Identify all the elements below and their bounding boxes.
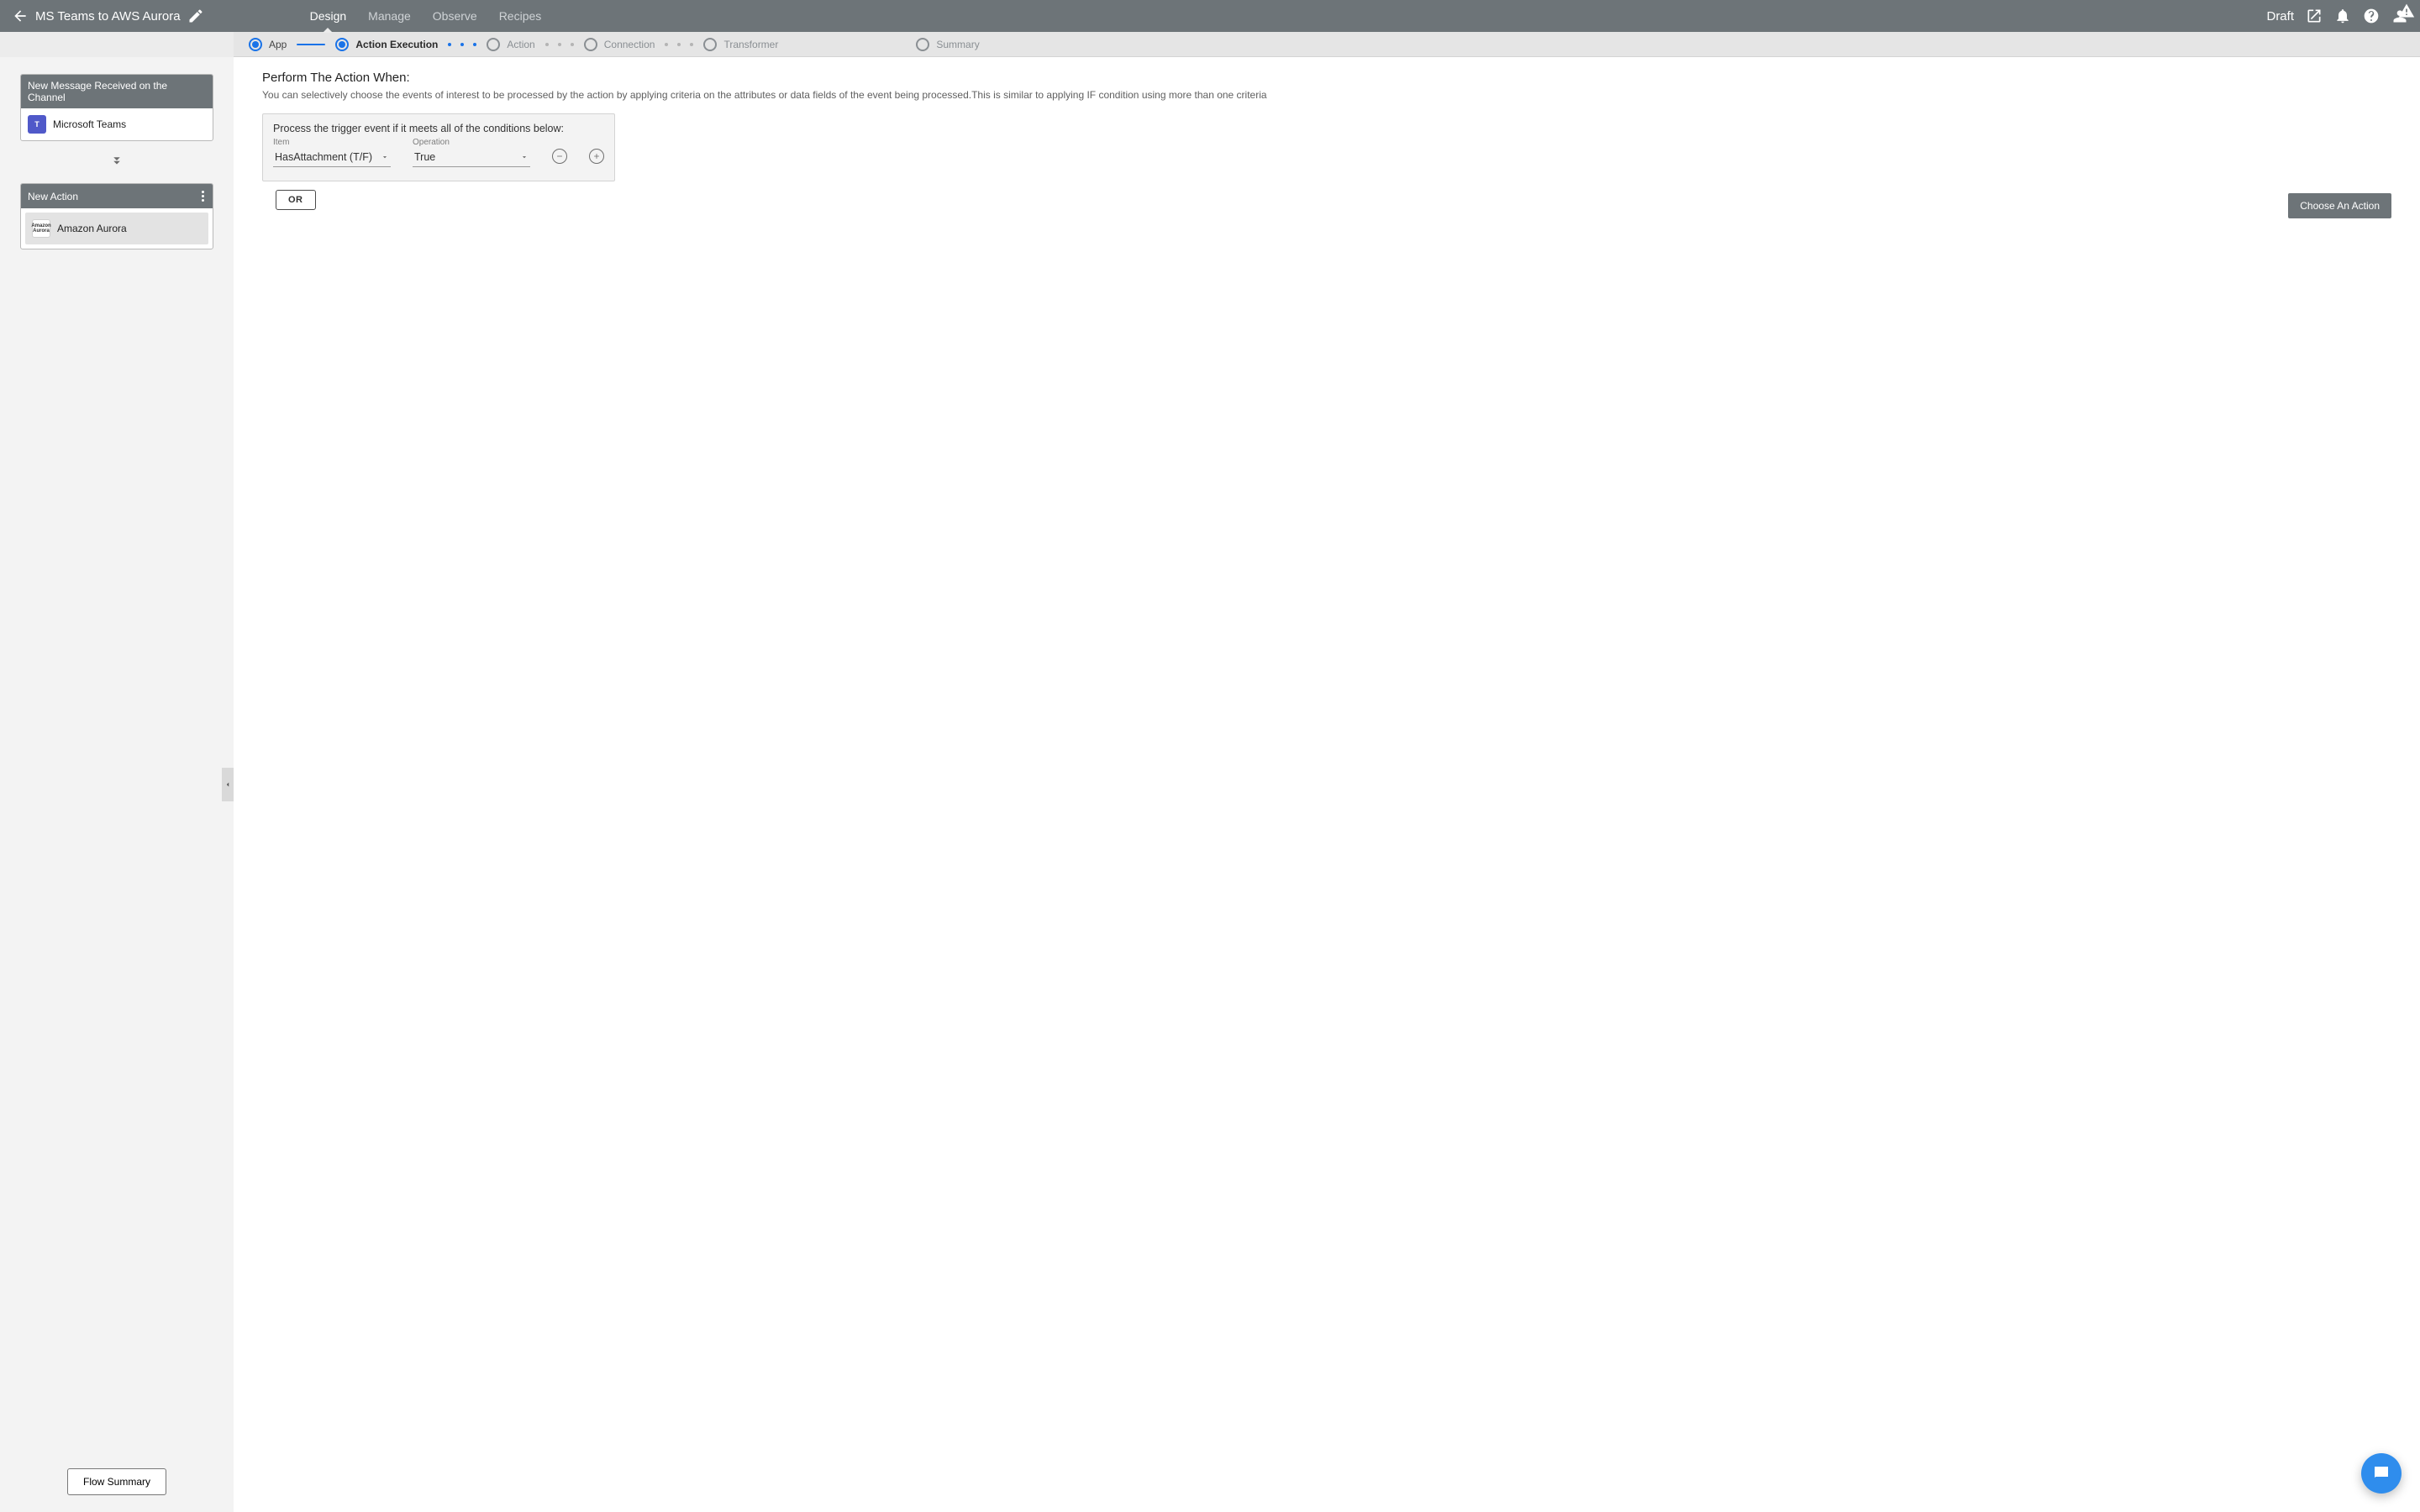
radio-icon [584, 38, 597, 51]
bell-icon[interactable] [2334, 8, 2351, 24]
chevron-down-icon [381, 153, 389, 161]
user-avatar-icon[interactable] [2391, 8, 2408, 24]
action-card[interactable]: New Action Amazon Aurora Amazon Aurora [20, 183, 213, 249]
chat-icon [2371, 1463, 2391, 1483]
operation-value: True [414, 151, 435, 163]
step-label: Action Execution [355, 39, 438, 50]
operation-select[interactable]: True [413, 149, 530, 167]
item-select[interactable]: HasAttachment (T/F) [273, 149, 391, 167]
ms-teams-icon: T [28, 115, 46, 134]
plus-icon [592, 152, 601, 160]
tab-design[interactable]: Design [310, 0, 347, 32]
tab-manage[interactable]: Manage [368, 0, 411, 32]
step-label: Connection [604, 39, 655, 50]
item-value: HasAttachment (T/F) [275, 151, 372, 163]
item-label: Item [273, 138, 391, 147]
page-title: MS Teams to AWS Aurora [35, 9, 181, 24]
section-help-text: You can selectively choose the events of… [262, 88, 2391, 102]
help-icon[interactable] [2363, 8, 2380, 24]
add-condition-button[interactable] [589, 149, 604, 164]
choose-action-label: Choose An Action [2300, 200, 2380, 212]
amazon-aurora-icon: Amazon Aurora [32, 219, 50, 238]
chevron-down-icon [520, 153, 529, 161]
step-action[interactable]: Action [487, 38, 534, 51]
trigger-card[interactable]: New Message Received on the Channel T Mi… [20, 74, 213, 141]
chat-bubble-button[interactable] [2361, 1453, 2402, 1494]
radio-icon [335, 38, 349, 51]
step-label: Transformer [723, 39, 778, 50]
collapse-sidebar-button[interactable] [222, 768, 234, 801]
action-card-title: New Action [28, 191, 78, 202]
flow-summary-button[interactable]: Flow Summary [67, 1468, 166, 1495]
flow-arrow-down-icon [20, 153, 213, 168]
trigger-card-title: New Message Received on the Channel [28, 80, 206, 103]
trigger-app-label: Microsoft Teams [53, 118, 126, 130]
step-connection[interactable]: Connection [584, 38, 655, 51]
tab-label: Observe [433, 9, 477, 23]
condition-item-field: Item HasAttachment (T/F) [273, 138, 391, 167]
tab-label: Manage [368, 9, 411, 23]
tab-label: Recipes [499, 9, 542, 23]
warning-icon [2398, 3, 2415, 19]
back-arrow-icon[interactable] [12, 8, 29, 24]
step-connector [448, 43, 476, 46]
step-app[interactable]: App [249, 38, 287, 51]
step-connector [665, 43, 693, 46]
step-action-execution[interactable]: Action Execution [335, 38, 438, 51]
top-nav: Design Manage Observe Recipes [310, 0, 2259, 32]
remove-condition-button[interactable] [552, 149, 567, 164]
flow-sidebar: New Message Received on the Channel T Mi… [0, 57, 234, 1512]
condition-operation-field: Operation True [413, 138, 530, 167]
chevron-left-icon [224, 780, 232, 789]
step-label: App [269, 39, 287, 50]
open-external-icon[interactable] [2306, 8, 2323, 24]
step-summary[interactable]: Summary [916, 38, 979, 51]
radio-icon [916, 38, 929, 51]
radio-icon [249, 38, 262, 51]
or-button[interactable]: OR [276, 190, 316, 210]
step-label: Action [507, 39, 534, 50]
step-connector [545, 43, 574, 46]
operation-label: Operation [413, 138, 530, 147]
top-bar: MS Teams to AWS Aurora Design Manage Obs… [0, 0, 2420, 32]
step-label: Summary [936, 39, 979, 50]
main-panel: Perform The Action When: You can selecti… [234, 57, 2420, 1512]
edit-title-icon[interactable] [187, 8, 204, 24]
action-app-label: Amazon Aurora [57, 223, 127, 234]
minus-icon [555, 152, 564, 160]
section-title: Perform The Action When: [262, 71, 2391, 85]
choose-action-button[interactable]: Choose An Action [2288, 193, 2391, 218]
step-connector [297, 44, 325, 45]
or-label: OR [288, 195, 303, 205]
tab-recipes[interactable]: Recipes [499, 0, 542, 32]
flow-summary-label: Flow Summary [83, 1476, 150, 1488]
step-transformer[interactable]: Transformer [703, 38, 778, 51]
condition-box: Process the trigger event if it meets al… [262, 113, 615, 181]
action-card-menu-icon[interactable] [200, 189, 206, 203]
tab-observe[interactable]: Observe [433, 0, 477, 32]
progress-stepper: App Action Execution Action Connection T… [234, 32, 2420, 57]
tab-label: Design [310, 9, 347, 23]
status-badge: Draft [2266, 9, 2294, 24]
radio-icon [487, 38, 500, 51]
condition-prompt: Process the trigger event if it meets al… [273, 123, 604, 134]
radio-icon [703, 38, 717, 51]
